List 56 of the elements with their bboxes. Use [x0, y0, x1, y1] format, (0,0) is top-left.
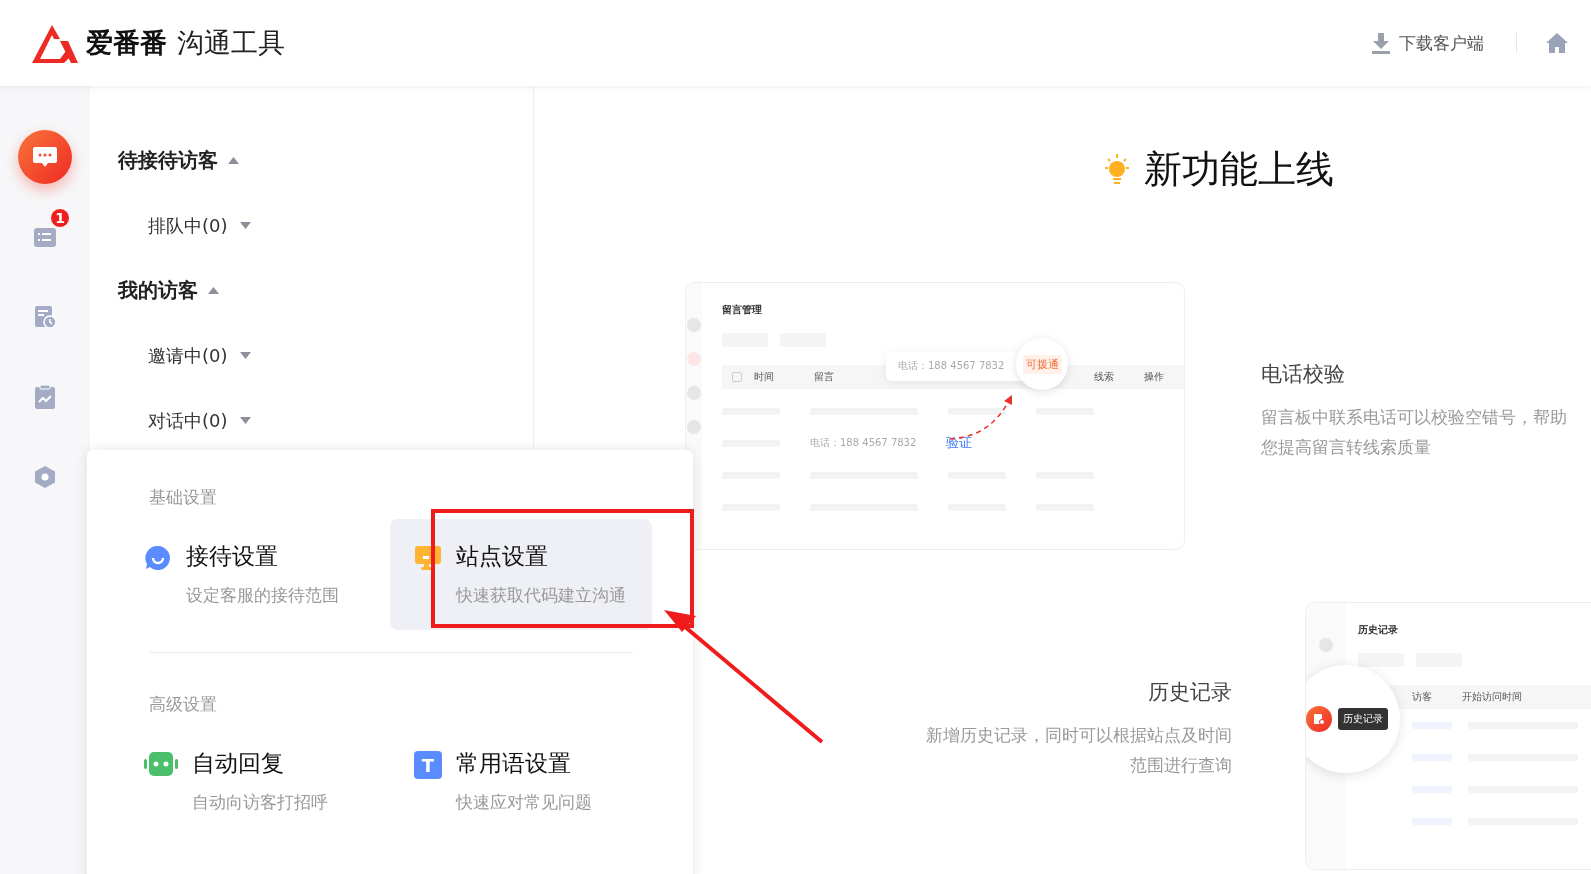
menu-item[interactable]: 站点设置 快速获取代码建立沟通 — [390, 519, 652, 630]
download-icon — [1372, 33, 1390, 54]
light-bulb-icon — [1102, 152, 1132, 187]
group-title[interactable]: 我的访客 — [118, 277, 198, 304]
document-clock-icon — [33, 305, 57, 329]
queue-label[interactable]: 对话中(0) — [148, 408, 228, 433]
letter-icon: T — [414, 751, 442, 779]
verify-link[interactable]: 验证 — [946, 434, 973, 452]
placeholder-dot — [687, 352, 701, 366]
column-header: 操作 — [1144, 370, 1165, 384]
group-title[interactable]: 待接待访客 — [118, 147, 218, 174]
smile-bubble-icon — [144, 544, 172, 572]
column-header: 访客 — [1412, 690, 1433, 704]
placeholder-bar — [948, 407, 1006, 415]
tooltip: 历史记录 — [1338, 708, 1388, 730]
menu-item[interactable]: 自动回复 自动向访客打招呼 — [120, 726, 382, 837]
preview-title: 历史记录 — [1358, 623, 1399, 637]
preview-title: 留言管理 — [722, 303, 763, 317]
caret-icon[interactable] — [239, 417, 251, 424]
column-header: 留言 — [814, 370, 835, 384]
sidebar-item[interactable]: 1 — [18, 210, 72, 264]
download-client-button[interactable]: 下载客户端 — [1367, 27, 1488, 59]
queue-label[interactable]: 排队中(0) — [148, 213, 228, 238]
home-icon[interactable] — [1545, 32, 1569, 54]
settings-icon — [33, 465, 57, 489]
section-title: 高级设置 — [149, 693, 218, 716]
notification-badge: 1 — [50, 208, 70, 228]
placeholder-dot — [687, 386, 701, 400]
feature-description: 留言板中联系电话可以校验空错号，帮助您提高留言转线索质量 — [1261, 406, 1568, 459]
caret-icon[interactable] — [208, 287, 219, 294]
menu-item[interactable]: T 常用语设置 快速应对常见问题 — [390, 726, 652, 837]
menu-item[interactable]: 接待设置 设定客服的接待范围 — [120, 519, 382, 630]
list-icon — [33, 225, 57, 249]
caret-icon[interactable] — [239, 222, 251, 229]
caret-icon[interactable] — [239, 352, 251, 359]
section-title: 基础设置 — [149, 486, 218, 509]
caret-icon[interactable] — [228, 157, 239, 164]
phone-text: 电话：188 4567 7832 — [810, 436, 917, 450]
sidebar-item[interactable] — [18, 130, 72, 184]
placeholder-dot — [687, 318, 701, 332]
document-clock-icon — [1313, 713, 1325, 725]
placeholder-dot — [687, 420, 701, 434]
feature-description: 新增历史记录，同时可以根据站点及时间范围进行查询 — [925, 724, 1232, 777]
chat-icon — [32, 145, 58, 169]
feature-title: 电话校验 — [1261, 361, 1346, 388]
product-name: 沟通工具 — [177, 26, 285, 60]
clipboard-chart-icon — [33, 384, 57, 410]
column-header: 开始访问时间 — [1462, 690, 1523, 704]
column-header: 线索 — [1094, 370, 1115, 384]
status-tag: 可拨通 — [1022, 354, 1062, 374]
queue-label[interactable]: 邀请中(0) — [148, 343, 228, 368]
feature-title: 历史记录 — [1148, 679, 1232, 706]
robot-icon — [144, 751, 178, 777]
announcement-title: 新功能上线 — [1144, 146, 1334, 193]
brand-name: 爱番番 — [86, 26, 167, 60]
column-header: 时间 — [754, 370, 775, 384]
